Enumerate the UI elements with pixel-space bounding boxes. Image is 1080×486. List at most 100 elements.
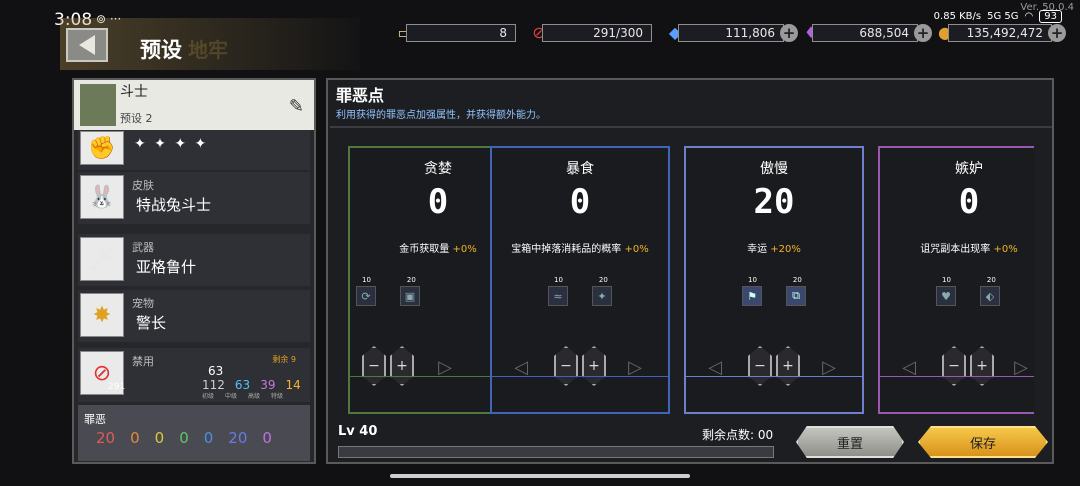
heart-icon[interactable]: ♥ [936,286,956,306]
perk-level: 20 [406,276,416,284]
sin-value: 0 [154,429,165,447]
perk-level: 10 [748,276,757,284]
perk-levels: 10 20 [942,276,996,284]
chest-icon[interactable]: ▣ [400,286,420,306]
slot-type-label: 宠物 [132,297,154,310]
copy-icon[interactable]: ⧉ [786,286,806,306]
coin-cycle-icon[interactable]: ⟳ [356,286,376,306]
card-value: 20 [753,182,795,222]
ban-tiers: 初级 中级 高级 特级 [202,391,283,400]
sin-value: 20 [228,429,248,447]
wave-icon[interactable]: ≈ [548,286,568,306]
effect-bonus: +0% [452,244,477,255]
currency-gem: 111,806 [678,24,784,42]
effect-bonus: +20% [770,244,801,255]
effect-bonus: +0% [993,244,1018,255]
perk-levels: 10 20 [748,276,802,284]
add-gem-button[interactable]: + [780,24,798,42]
perk-level: 20 [792,276,802,284]
card-decoration [880,376,1034,412]
card-title: 暴食 [566,161,594,177]
currency-scroll: 8 [406,24,516,42]
level-label: Lv 40 [338,424,378,439]
save-button[interactable]: 保存 [918,426,1048,458]
sin-value: 20 [96,429,116,447]
rank-icon: ✊ [80,131,124,165]
card-decoration [492,376,668,412]
reset-button[interactable]: 重置 [796,426,904,458]
ban-tier: 高级 [248,393,261,400]
effect-text: 诅咒副本出现率 [920,244,991,255]
ban-values: 112 63 39 14 [202,378,301,392]
slot-skin[interactable]: 🐰 皮肤 特战兔斗士 [78,172,310,224]
remaining-points: 剩余点数: 00 [702,428,774,442]
slot-name: 亚格鲁什 [136,258,197,276]
perk-level: 20 [986,276,996,284]
sin-card-envy[interactable]: 嫉妒 0 诅咒副本出现率 +0% 10 20 ♥ ⬖ ◁ − + ▷ [878,146,1034,414]
sheriff-badge-icon: ✸ [80,293,124,337]
effect-bonus: +0% [624,244,649,255]
slot-pet[interactable]: ✸ 宠物 警长 [78,290,310,342]
preset-name: 预设 2 [120,112,153,125]
effect-text: 金币获取量 [399,244,450,255]
ban-count: 291 [108,382,126,392]
sin-values: 20 0 0 0 0 20 0 [96,429,272,447]
card-value: 0 [958,182,980,222]
sin-points-panel: 罪恶点 利用获得的罪恶点加强属性，并获得额外能力。 贪婪 0 金币获取量 +0%… [326,78,1054,464]
slot-name: 警长 [136,314,167,332]
slot-type-label: 武器 [132,241,154,254]
sin-summary: 罪恶 20 0 0 0 0 20 0 [78,405,310,461]
home-indicator[interactable] [390,474,690,478]
ban-value-mid: 63 [234,378,251,392]
header-ghost-text: 地牢 [188,38,228,62]
slot-name: 特战兔斗士 [136,196,212,214]
edit-icon[interactable]: ✎ [289,96,304,117]
ban-remaining: 剩余 9 [272,355,296,364]
character-name: 斗士 [120,84,148,100]
panel-title: 罪恶点 [336,86,385,105]
card-effect: 宝箱中掉落消耗品的概率 +0% [492,240,668,255]
perk-levels: 10 20 [362,276,416,284]
back-button[interactable] [66,28,108,62]
card-title: 嫉妒 [955,161,983,177]
perk-levels: 10 20 [554,276,608,284]
character-card[interactable]: 斗士 预设 2 ✎ [74,80,314,130]
sin-value: 0 [262,429,272,447]
effect-text: 幸运 [747,244,768,255]
ban-value-high: 39 [260,378,276,392]
rank-stars: ✦ ✦ ✦ ✦ [134,136,209,152]
sin-card-gluttony[interactable]: 暴食 0 宝箱中掉落消耗品的概率 +0% 10 20 ≈ ✦ ◁ − + ▷ [490,146,670,414]
wifi-icon: ◠ [1024,11,1034,22]
slot-type-label: 禁用 [132,355,154,368]
bunny-skin-icon: 🐰 [80,175,124,219]
level-progress-bar [338,446,774,458]
currency-gold: 135,492,472 [948,24,1052,42]
slot-rank[interactable]: ✊ ✦ ✦ ✦ ✦ [78,130,310,170]
add-crystal-button[interactable]: + [914,24,932,42]
signal-icon: 5G 5G [987,11,1019,22]
ban-top-value: 63 [208,364,224,378]
sin-value: 0 [203,429,214,447]
sword-icon: 🗡 [80,237,124,281]
ban-tier: 特级 [271,393,284,400]
potion-icon[interactable]: ⬖ [980,286,1000,306]
slot-weapon[interactable]: 🗡 武器 亚格鲁什 [78,234,310,286]
ban-value-special: 14 [285,378,301,392]
sin-label: 罪恶 [84,413,106,426]
perk-level: 10 [554,276,563,284]
divider [330,126,1052,128]
battery-icon: 93 [1039,10,1062,23]
card-effect: 诅咒副本出现率 +0% [880,240,1058,255]
page-title: 预设 [140,38,182,62]
card-effect: 幸运 +20% [686,240,862,255]
slot-ban[interactable]: ⊘ 291 禁用 剩余 9 63 112 63 39 14 初级 中级 高级 特… [78,348,310,402]
sin-card-pride[interactable]: 傲慢 20 幸运 +20% 10 20 ⚑ ⧉ ◁ − + ▷ [684,146,864,414]
preset-sidebar: 斗士 预设 2 ✎ ✊ ✦ ✦ ✦ ✦ 🐰 皮肤 特战兔斗士 🗡 武器 亚格鲁什… [72,78,316,464]
panel-description: 利用获得的罪恶点加强属性，并获得额外能力。 [336,110,546,121]
add-gold-button[interactable]: + [1048,24,1066,42]
effect-text: 宝箱中掉落消耗品的概率 [511,244,622,255]
luck-icon[interactable]: ⚑ [742,286,762,306]
card-title: 傲慢 [760,161,788,177]
sparkle-icon[interactable]: ✦ [592,286,612,306]
perk-level: 10 [362,276,371,284]
